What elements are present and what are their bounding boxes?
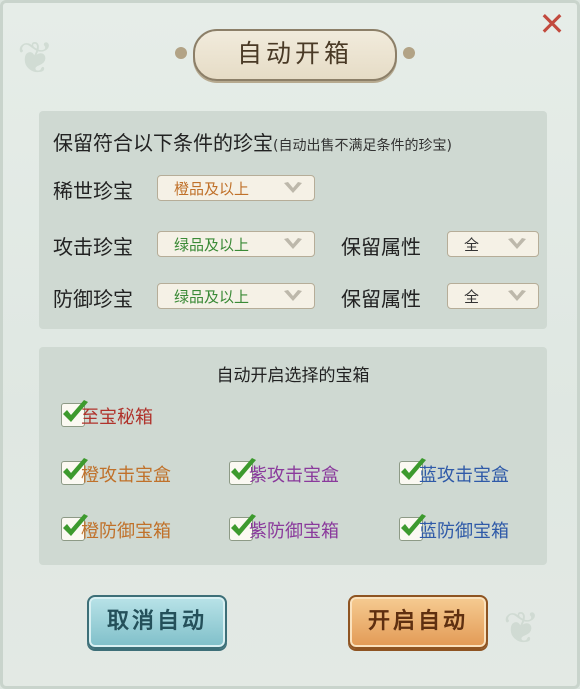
keep-filter-heading: 保留符合以下条件的珍宝(自动出售不满足条件的珍宝) <box>53 127 452 156</box>
bamboo-leaf-decoration: ❦ <box>503 603 540 654</box>
keep-filter-note: (自动出售不满足条件的珍宝) <box>273 138 452 154</box>
defense-treasure-quality-dropdown[interactable]: 绿品及以上 <box>157 283 315 309</box>
chevron-down-icon <box>282 235 304 253</box>
rare-treasure-quality-dropdown[interactable]: 橙品及以上 <box>157 175 315 201</box>
chest-label: 橙攻击宝盒 <box>81 465 171 486</box>
dropdown-value: 绿品及以上 <box>174 288 250 306</box>
chest-label: 至宝秘箱 <box>81 407 153 428</box>
chevron-down-icon <box>282 179 304 197</box>
chest-label: 橙防御宝箱 <box>81 521 171 542</box>
title-ornament <box>175 47 187 59</box>
chest-label: 紫攻击宝盒 <box>249 465 339 486</box>
chevron-down-icon <box>506 287 528 305</box>
dropdown-value: 橙品及以上 <box>174 180 250 198</box>
chest-selection-section: 自动开启选择的宝箱 至宝秘箱 橙攻击宝盒 紫攻击宝盒 蓝攻击宝盒 橙防御宝箱 紫… <box>39 347 547 565</box>
auto-open-dialog: ❦ ❦ ✕ 自动开箱 保留符合以下条件的珍宝(自动出售不满足条件的珍宝) 稀世珍… <box>0 0 580 689</box>
attack-treasure-quality-dropdown[interactable]: 绿品及以上 <box>157 231 315 257</box>
start-auto-button[interactable]: 开启自动 <box>348 595 488 649</box>
chest-label: 蓝防御宝箱 <box>419 521 509 542</box>
dialog-title-plate: 自动开箱 <box>175 29 415 81</box>
keep-filter-title: 保留符合以下条件的珍宝 <box>53 131 273 155</box>
chevron-down-icon <box>506 235 528 253</box>
chest-label: 紫防御宝箱 <box>249 521 339 542</box>
defense-keep-attribute-dropdown[interactable]: 全 <box>447 283 539 309</box>
cancel-auto-button[interactable]: 取消自动 <box>87 595 227 649</box>
defense-keep-attribute-label: 保留属性 <box>341 287 421 311</box>
dropdown-value: 绿品及以上 <box>174 236 250 254</box>
defense-treasure-label: 防御珍宝 <box>53 287 133 311</box>
chest-selection-heading: 自动开启选择的宝箱 <box>216 366 370 386</box>
attack-treasure-label: 攻击珍宝 <box>53 235 133 259</box>
dropdown-value: 全 <box>464 236 480 254</box>
rare-treasure-label: 稀世珍宝 <box>53 179 133 203</box>
dropdown-value: 全 <box>464 288 480 306</box>
chest-label: 蓝攻击宝盒 <box>419 465 509 486</box>
title-ornament <box>403 47 415 59</box>
bamboo-leaf-decoration: ❦ <box>17 33 54 84</box>
chevron-down-icon <box>282 287 304 305</box>
attack-keep-attribute-dropdown[interactable]: 全 <box>447 231 539 257</box>
keep-filter-section: 保留符合以下条件的珍宝(自动出售不满足条件的珍宝) 稀世珍宝 橙品及以上 攻击珍… <box>39 111 547 329</box>
dialog-title: 自动开箱 <box>236 39 353 68</box>
attack-keep-attribute-label: 保留属性 <box>341 235 421 259</box>
close-icon[interactable]: ✕ <box>535 7 569 41</box>
